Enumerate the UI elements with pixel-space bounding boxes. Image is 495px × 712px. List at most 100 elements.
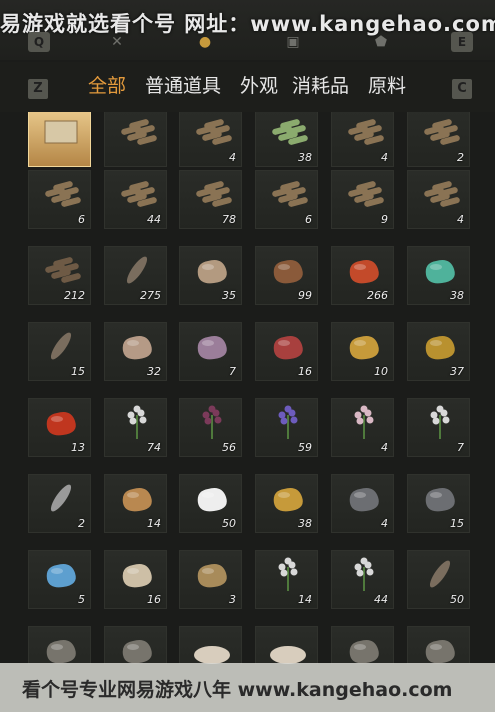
inventory-slot[interactable]: 4 — [331, 474, 394, 533]
chest-icon[interactable]: ▣ — [282, 32, 304, 52]
inventory-slot[interactable] — [28, 112, 91, 167]
grass-sprig-icon — [41, 481, 81, 515]
inventory-slot[interactable]: 74 — [104, 398, 167, 457]
berries-icon — [344, 253, 384, 287]
tab-consumables[interactable]: 消耗品 — [292, 72, 349, 100]
inventory-slot[interactable] — [331, 626, 394, 664]
inventory-slot[interactable]: 59 — [255, 398, 318, 457]
bamboo-bundle-icon — [268, 115, 308, 149]
inventory-slot[interactable]: 16 — [255, 322, 318, 381]
inventory-slot[interactable]: 10 — [331, 322, 394, 381]
inventory-slot[interactable]: 3 — [179, 550, 242, 609]
inventory-slot[interactable]: 4 — [331, 112, 394, 167]
inventory-slot[interactable]: 6 — [255, 170, 318, 229]
key-hint-c: C — [452, 79, 472, 99]
item-quantity: 7 — [229, 365, 236, 378]
white-flower-plant-icon — [268, 557, 308, 591]
item-quantity: 4 — [381, 151, 388, 164]
partial-item-icon — [420, 633, 460, 664]
inventory-slot[interactable]: 5 — [28, 550, 91, 609]
inventory-slot[interactable]: 4 — [331, 398, 394, 457]
inventory-slot[interactable]: 44 — [331, 550, 394, 609]
purple-petal-icon — [192, 405, 232, 439]
pouch-icon[interactable]: ● — [194, 32, 216, 52]
inventory-slot[interactable] — [407, 626, 470, 664]
inventory-slot[interactable]: 44 — [104, 170, 167, 229]
inventory-slot[interactable] — [104, 626, 167, 664]
top-watermark: 易游戏就选看个号 网址：www.kangehao.com — [0, 12, 495, 36]
inventory-slot[interactable]: 2 — [28, 474, 91, 533]
inventory-slot[interactable]: 16 — [104, 550, 167, 609]
wood-pile-icon — [41, 253, 81, 287]
key-hint-z: Z — [28, 79, 48, 99]
item-quantity: 6 — [78, 213, 85, 226]
item-quantity: 99 — [298, 289, 312, 302]
inventory-slot[interactable]: 7 — [179, 322, 242, 381]
item-quantity: 44 — [374, 593, 388, 606]
item-quantity: 38 — [298, 517, 312, 530]
inventory-slot[interactable]: 212 — [28, 246, 91, 305]
inventory-slot[interactable]: 14 — [104, 474, 167, 533]
tab-general-items[interactable]: 普通道具 — [145, 72, 221, 100]
fish-icon — [344, 329, 384, 363]
shield-icon[interactable]: ⬟ — [370, 32, 392, 52]
grain-sacks-icon — [192, 557, 232, 591]
inventory-slot[interactable]: 38 — [255, 112, 318, 167]
item-quantity: 16 — [298, 365, 312, 378]
item-quantity: 10 — [374, 365, 388, 378]
scroll-icon — [41, 115, 81, 149]
item-quantity: 32 — [147, 365, 161, 378]
tab-appearance[interactable]: 外观 — [240, 72, 278, 100]
inventory-slot[interactable]: 13 — [28, 398, 91, 457]
inventory-slot[interactable]: 99 — [255, 246, 318, 305]
inventory-slot[interactable]: 4 — [407, 170, 470, 229]
inventory-slot[interactable] — [255, 626, 318, 664]
fur-icon — [117, 481, 157, 515]
inventory-slot[interactable]: 7 — [407, 398, 470, 457]
feather-icon — [117, 253, 157, 287]
inventory-slot[interactable] — [104, 112, 167, 167]
mushroom-icon — [192, 253, 232, 287]
inventory-slot[interactable]: 50 — [407, 550, 470, 609]
inventory-slot[interactable]: 14 — [255, 550, 318, 609]
inventory-slot[interactable]: 50 — [179, 474, 242, 533]
item-quantity: 212 — [64, 289, 85, 302]
inventory-slot[interactable]: 38 — [255, 474, 318, 533]
partial-item-icon — [41, 633, 81, 664]
jade-ore-icon — [420, 253, 460, 287]
log-bundle-icon — [117, 115, 157, 149]
inventory-slot[interactable]: 78 — [179, 170, 242, 229]
inventory-slot[interactable] — [28, 626, 91, 664]
item-quantity: 14 — [298, 593, 312, 606]
item-quantity: 35 — [222, 289, 236, 302]
inventory-slot[interactable]: 56 — [179, 398, 242, 457]
tab-all[interactable]: 全部 — [88, 72, 126, 100]
inventory-slot[interactable]: 35 — [179, 246, 242, 305]
inventory-slot[interactable]: 266 — [331, 246, 394, 305]
inventory-slot[interactable]: 4 — [179, 112, 242, 167]
inventory-slot[interactable] — [179, 626, 242, 664]
item-quantity: 2 — [457, 151, 464, 164]
log-bundle-icon — [192, 115, 232, 149]
inventory-slot[interactable]: 38 — [407, 246, 470, 305]
item-quantity: 59 — [298, 441, 312, 454]
shrimp-icon — [268, 253, 308, 287]
inventory-slot[interactable]: 6 — [28, 170, 91, 229]
log-bundle-icon — [268, 177, 308, 211]
item-quantity: 3 — [229, 593, 236, 606]
item-quantity: 15 — [71, 365, 85, 378]
inventory-slot[interactable]: 2 — [407, 112, 470, 167]
inventory-slot[interactable]: 32 — [104, 322, 167, 381]
inventory-slot[interactable]: 37 — [407, 322, 470, 381]
log-bundle-icon — [344, 115, 384, 149]
tab-materials[interactable]: 原料 — [368, 72, 406, 100]
item-quantity: 4 — [457, 213, 464, 226]
inventory-slot[interactable]: 275 — [104, 246, 167, 305]
close-icon[interactable]: ✕ — [106, 32, 128, 52]
item-quantity: 9 — [381, 213, 388, 226]
partial-item-icon — [344, 633, 384, 664]
inventory-slot[interactable]: 9 — [331, 170, 394, 229]
inventory-slot[interactable]: 15 — [407, 474, 470, 533]
partial-item-icon — [117, 633, 157, 664]
inventory-slot[interactable]: 15 — [28, 322, 91, 381]
